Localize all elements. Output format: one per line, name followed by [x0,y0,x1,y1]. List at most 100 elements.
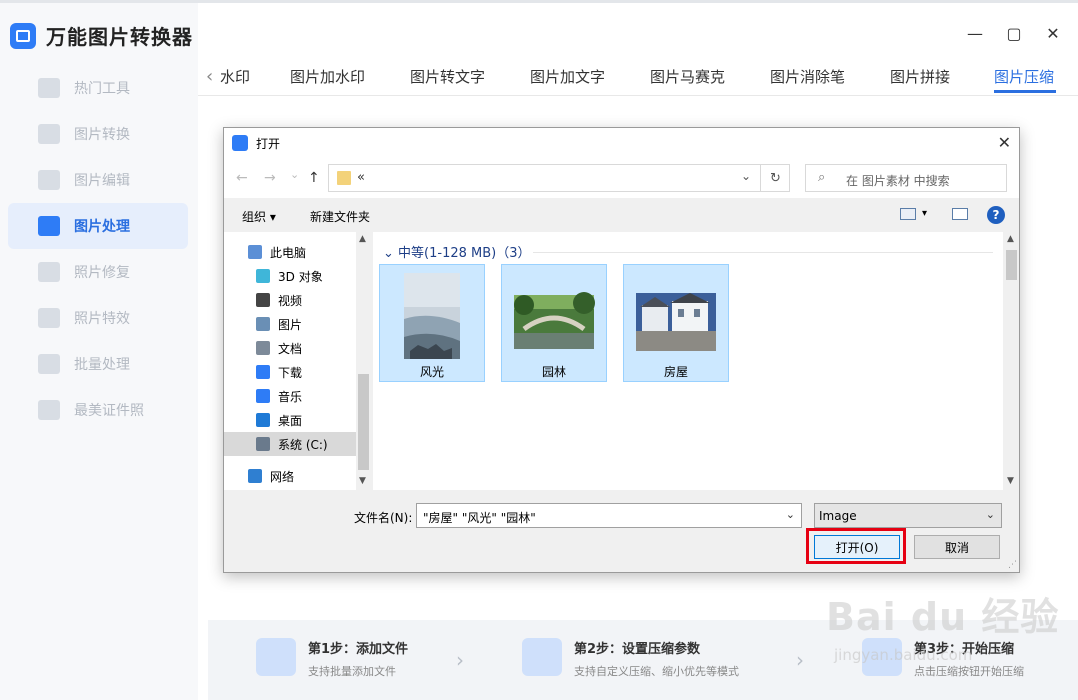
tree-item-label: 网络 [270,469,295,484]
help-icon[interactable]: ? [987,206,1005,224]
filename-dropdown-chevron-icon[interactable]: ⌄ [786,508,795,521]
sidebar-item-edit[interactable]: 图片编辑 [8,157,188,203]
scroll-thumb[interactable] [1006,250,1017,280]
id-photo-icon [38,400,60,420]
tab-mosaic[interactable]: 图片马赛克 [650,66,725,87]
recent-locations-chevron-icon[interactable]: ⌄ [290,168,299,181]
sidebar-item-label: 热门工具 [74,81,130,97]
address-bar[interactable]: « ⌄ [328,164,790,192]
group-header[interactable]: ⌄ 中等(1-128 MB)（3） [383,242,531,261]
settings-gear-icon [522,638,562,676]
tree-item-label: 音乐 [278,389,303,404]
search-input[interactable]: ⌕ 在 图片素材 中搜索 [805,164,1007,192]
file-type-dropdown-chevron-icon[interactable]: ⌄ [986,508,995,521]
step-title: 第2步：设置压缩参数 [574,642,701,657]
tab-add-text[interactable]: 图片加文字 [530,66,605,87]
sidebar-item-repair[interactable]: 照片修复 [8,249,188,295]
tree-item-this-pc[interactable]: 此电脑 [224,240,356,264]
tree-item-videos[interactable]: 视频 [224,288,356,312]
batch-icon [38,354,60,374]
chevron-right-icon: › [456,648,464,672]
view-dropdown-chevron-icon[interactable]: ▾ [922,208,927,219]
sidebar-item-convert[interactable]: 图片转换 [8,111,188,157]
search-placeholder: 在 图片素材 中搜索 [846,174,950,188]
tab-watermark-partial[interactable]: 水印 [220,66,250,87]
files-scrollbar[interactable]: ▲ ▼ [1003,232,1019,490]
group-header-label: 中等(1-128 MB)（3） [398,246,531,261]
photo-effects-icon [38,308,60,328]
tree-item-pictures[interactable]: 图片 [224,312,356,336]
scroll-thumb[interactable] [358,374,369,470]
tab-eraser[interactable]: 图片消除笔 [770,66,845,87]
filename-input[interactable]: "房屋" "风光" "园林" ⌄ [416,503,802,528]
sidebar-item-process[interactable]: 图片处理 [8,203,188,249]
tab-image-to-text[interactable]: 图片转文字 [410,66,485,87]
tree-item-label: 文档 [278,341,303,356]
file-type-select[interactable]: Image ⌄ [814,503,1002,528]
new-folder-button[interactable]: 新建文件夹 [310,208,370,225]
preview-pane-icon[interactable] [952,208,968,220]
video-icon [256,293,270,307]
view-options-icon[interactable] [900,208,916,220]
address-dropdown-chevron-icon[interactable]: ⌄ [741,169,751,183]
tab-stitch[interactable]: 图片拼接 [890,66,950,87]
cancel-button[interactable]: 取消 [914,535,1000,559]
app-window: 万能图片转换器 热门工具 图片转换 图片编辑 图片处理 照片修复 照片特效 批量… [0,0,1078,700]
document-icon [256,341,270,355]
group-divider [533,252,993,253]
file-item-landscape[interactable]: 风光 [379,264,485,382]
tabs-prev-chevron-icon[interactable]: ‹ [206,66,213,87]
scroll-up-icon[interactable]: ▲ [359,234,366,244]
download-icon [256,365,270,379]
tree-item-network[interactable]: 网络 [224,464,356,488]
group-toggle-chevron-icon[interactable]: ⌄ [383,246,394,261]
scroll-up-icon[interactable]: ▲ [1007,234,1014,244]
dialog-close-button[interactable]: ✕ [998,133,1011,152]
sidebar-item-batch[interactable]: 批量处理 [8,341,188,387]
refresh-button[interactable]: ↻ [760,164,790,192]
tree-item-label: 此电脑 [270,245,307,260]
sidebar-item-id-photo[interactable]: 最美证件照 [8,387,188,433]
navigation-pane: 此电脑 3D 对象 视频 图片 文档 下载 音乐 桌面 系统 (C:) 网络 ▲… [224,232,371,490]
app-title: 万能图片转换器 [46,25,193,49]
add-image-icon [256,638,296,676]
file-type-value: Image [819,509,857,523]
scroll-down-icon[interactable]: ▼ [359,476,366,486]
resize-grip-icon[interactable]: ⋰ [1008,560,1017,570]
tree-item-3d-objects[interactable]: 3D 对象 [224,264,356,288]
tree-item-label: 系统 (C:) [278,437,328,452]
sidebar: 万能图片转换器 热门工具 图片转换 图片编辑 图片处理 照片修复 照片特效 批量… [0,3,198,700]
back-arrow-icon[interactable]: ← [236,170,248,186]
tree-item-label: 图片 [278,317,303,332]
tree-item-system-c[interactable]: 系统 (C:) [224,432,356,456]
organize-menu[interactable]: 组织 ▾ [242,208,276,225]
tab-add-watermark[interactable]: 图片加水印 [290,66,365,87]
sidebar-item-effects[interactable]: 照片特效 [8,295,188,341]
scroll-down-icon[interactable]: ▼ [1007,476,1014,486]
tree-scrollbar[interactable]: ▲ ▼ [356,232,371,490]
file-item-house[interactable]: 房屋 [623,264,729,382]
dialog-titlebar: 打开 ✕ [224,128,1019,158]
maximize-button[interactable]: ▢ [1005,24,1023,43]
sidebar-item-hot-tools[interactable]: 热门工具 [8,65,188,111]
tree-item-downloads[interactable]: 下载 [224,360,356,384]
watermark-sub: jingyan.baidu.com [834,646,973,664]
chevron-right-icon: › [796,648,804,672]
file-label: 风光 [419,365,444,379]
file-thumbnail [514,292,595,349]
computer-icon [248,245,262,259]
sidebar-item-label: 照片修复 [74,265,130,281]
up-arrow-icon[interactable]: ↑ [308,170,320,186]
photo-repair-icon [38,262,60,282]
tree-item-label: 视频 [278,293,303,308]
tree-item-documents[interactable]: 文档 [224,336,356,360]
tree-item-desktop[interactable]: 桌面 [224,408,356,432]
close-window-button[interactable]: ✕ [1044,24,1062,43]
file-item-garden[interactable]: 园林 [501,264,607,382]
minimize-button[interactable]: — [966,24,984,43]
forward-arrow-icon[interactable]: → [264,170,276,186]
dialog-title: 打开 [256,136,281,151]
tab-compress[interactable]: 图片压缩 [994,66,1054,87]
tree-item-music[interactable]: 音乐 [224,384,356,408]
drive-icon [256,437,270,451]
